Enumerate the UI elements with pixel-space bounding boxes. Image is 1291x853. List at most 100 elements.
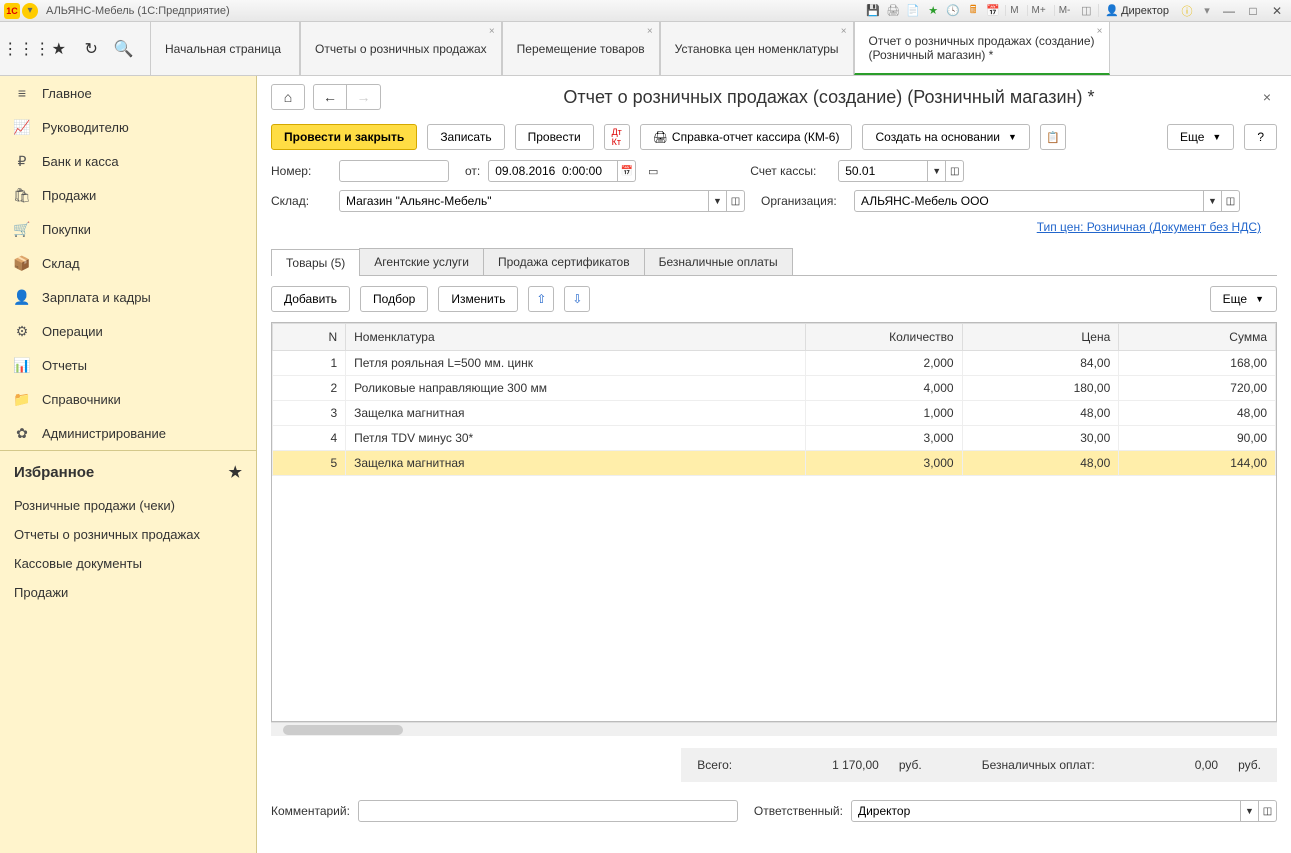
- favorite-item-3[interactable]: Продажи: [14, 578, 242, 607]
- table-row[interactable]: 5Защелка магнитная3,00048,00144,00: [273, 451, 1276, 476]
- sub-tab-1[interactable]: Агентские услуги: [359, 248, 484, 275]
- edit-button[interactable]: Изменить: [438, 286, 518, 312]
- table-row[interactable]: 3Защелка магнитная1,00048,0048,00: [273, 401, 1276, 426]
- org-input[interactable]: [854, 190, 1204, 212]
- tab-close-icon[interactable]: ×: [1097, 26, 1103, 37]
- sidebar-item-0[interactable]: ≡Главное: [0, 76, 256, 110]
- tab-3[interactable]: Установка цен номенклатуры×: [660, 22, 854, 75]
- tab-close-icon[interactable]: ×: [489, 26, 495, 37]
- sidebar-item-10[interactable]: ✿Администрирование: [0, 416, 256, 450]
- favorite-icon[interactable]: ★: [47, 37, 71, 61]
- calc-icon[interactable]: 🖩: [965, 3, 981, 19]
- calendar-button[interactable]: 📅: [618, 160, 636, 182]
- user-icon: 👤: [1105, 4, 1119, 17]
- home-button[interactable]: ⌂: [271, 84, 305, 110]
- mem-m[interactable]: M: [1005, 5, 1022, 16]
- col-qty[interactable]: Количество: [805, 324, 962, 351]
- info-icon[interactable]: ⓘ: [1179, 3, 1195, 19]
- maximize-button[interactable]: □: [1243, 3, 1263, 19]
- org-open[interactable]: ◫: [1222, 190, 1240, 212]
- warehouse-input[interactable]: [339, 190, 709, 212]
- close-button[interactable]: ✕: [1267, 3, 1287, 19]
- tab-0[interactable]: Начальная страница: [150, 22, 300, 75]
- responsible-dropdown[interactable]: ▼: [1241, 800, 1259, 822]
- star-icon[interactable]: ★: [925, 3, 941, 19]
- col-price[interactable]: Цена: [962, 324, 1119, 351]
- col-nom[interactable]: Номенклатура: [346, 324, 806, 351]
- tab-2[interactable]: Перемещение товаров×: [502, 22, 660, 75]
- save-icon[interactable]: 💾: [865, 3, 881, 19]
- post-button[interactable]: Провести: [515, 124, 594, 150]
- table-more-button[interactable]: Еще▼: [1210, 286, 1277, 312]
- sub-tab-3[interactable]: Безналичные оплаты: [644, 248, 793, 275]
- sidebar-item-6[interactable]: 👤Зарплата и кадры: [0, 280, 256, 314]
- mem-mplus[interactable]: M+: [1027, 5, 1050, 16]
- move-down-button[interactable]: ⇩: [564, 286, 590, 312]
- sidebar-item-4[interactable]: 🛒Покупки: [0, 212, 256, 246]
- search-icon[interactable]: 🔍: [112, 37, 136, 61]
- post-and-close-button[interactable]: Провести и закрыть: [271, 124, 417, 150]
- tab-close-icon[interactable]: ×: [647, 26, 653, 37]
- move-up-button[interactable]: ⇧: [528, 286, 554, 312]
- table-row[interactable]: 4Петля TDV минус 30*3,00030,0090,00: [273, 426, 1276, 451]
- number-input[interactable]: [339, 160, 449, 182]
- org-dropdown[interactable]: ▼: [1204, 190, 1222, 212]
- col-sum[interactable]: Сумма: [1119, 324, 1276, 351]
- table-row[interactable]: 2Роликовые направляющие 300 мм4,000180,0…: [273, 376, 1276, 401]
- sidebar-item-8[interactable]: 📊Отчеты: [0, 348, 256, 382]
- add-row-button[interactable]: Добавить: [271, 286, 350, 312]
- account-open[interactable]: ◫: [946, 160, 964, 182]
- create-based-button[interactable]: Создать на основании▼: [862, 124, 1029, 150]
- sub-tab-2[interactable]: Продажа сертификатов: [483, 248, 645, 275]
- sidebar-item-1[interactable]: 📈Руководителю: [0, 110, 256, 144]
- sidebar-item-7[interactable]: ⚙Операции: [0, 314, 256, 348]
- warehouse-open[interactable]: ◫: [727, 190, 745, 212]
- tab-4[interactable]: Отчет о розничных продажах (создание)(Ро…: [854, 22, 1110, 75]
- favorite-item-0[interactable]: Розничные продажи (чеки): [14, 491, 242, 520]
- history-icon[interactable]: 🕓: [945, 3, 961, 19]
- user-label[interactable]: 👤 Директор: [1098, 4, 1175, 17]
- price-type-link[interactable]: Тип цен: Розничная (Документ без НДС): [1037, 220, 1261, 234]
- sidebar-item-9[interactable]: 📁Справочники: [0, 382, 256, 416]
- account-dropdown[interactable]: ▼: [928, 160, 946, 182]
- back-button[interactable]: ←: [313, 84, 347, 110]
- table-row[interactable]: 1Петля рояльная L=500 мм. цинк2,00084,00…: [273, 351, 1276, 376]
- sidebar-item-3[interactable]: 🛍Продажи: [0, 178, 256, 212]
- pick-button[interactable]: Подбор: [360, 286, 428, 312]
- panel-icon[interactable]: ◫: [1078, 3, 1094, 19]
- date-input[interactable]: [488, 160, 618, 182]
- sidebar-item-5[interactable]: 📦Склад: [0, 246, 256, 280]
- info-dropdown[interactable]: ▾: [1199, 3, 1215, 19]
- forward-button[interactable]: →: [347, 84, 381, 110]
- tab-1[interactable]: Отчеты о розничных продажах×: [300, 22, 502, 75]
- print-icon[interactable]: 🖨: [885, 3, 901, 19]
- app-dropdown-icon[interactable]: ▾: [22, 3, 38, 19]
- comment-input[interactable]: [358, 800, 738, 822]
- responsible-open[interactable]: ◫: [1259, 800, 1277, 822]
- favorites-star-icon[interactable]: ★: [229, 463, 242, 481]
- horizontal-scrollbar[interactable]: [271, 722, 1277, 736]
- km6-button[interactable]: 🖨Справка-отчет кассира (КМ-6): [640, 124, 853, 150]
- apps-icon[interactable]: ⋮⋮⋮: [14, 37, 38, 61]
- external-icon[interactable]: ▭: [644, 162, 662, 180]
- doc-icon[interactable]: 📄: [905, 3, 921, 19]
- sidebar-item-2[interactable]: ₽Банк и касса: [0, 144, 256, 178]
- more-button[interactable]: Еще▼: [1167, 124, 1234, 150]
- account-input[interactable]: [838, 160, 928, 182]
- tab-close-icon[interactable]: ×: [841, 26, 847, 37]
- help-button[interactable]: ?: [1244, 124, 1277, 150]
- attach-icon[interactable]: 📋: [1040, 124, 1066, 150]
- favorite-item-2[interactable]: Кассовые документы: [14, 549, 242, 578]
- history-nav-icon[interactable]: ↻: [79, 37, 103, 61]
- minimize-button[interactable]: —: [1219, 3, 1239, 19]
- dtkt-icon[interactable]: ДтКт: [604, 124, 630, 150]
- mem-mminus[interactable]: M-: [1054, 5, 1075, 16]
- favorite-item-1[interactable]: Отчеты о розничных продажах: [14, 520, 242, 549]
- sub-tab-0[interactable]: Товары (5): [271, 249, 360, 276]
- calendar-icon[interactable]: 📅: [985, 3, 1001, 19]
- save-button[interactable]: Записать: [427, 124, 504, 150]
- warehouse-dropdown[interactable]: ▼: [709, 190, 727, 212]
- responsible-input[interactable]: [851, 800, 1241, 822]
- col-n[interactable]: N: [273, 324, 346, 351]
- page-close-button[interactable]: ×: [1257, 89, 1277, 105]
